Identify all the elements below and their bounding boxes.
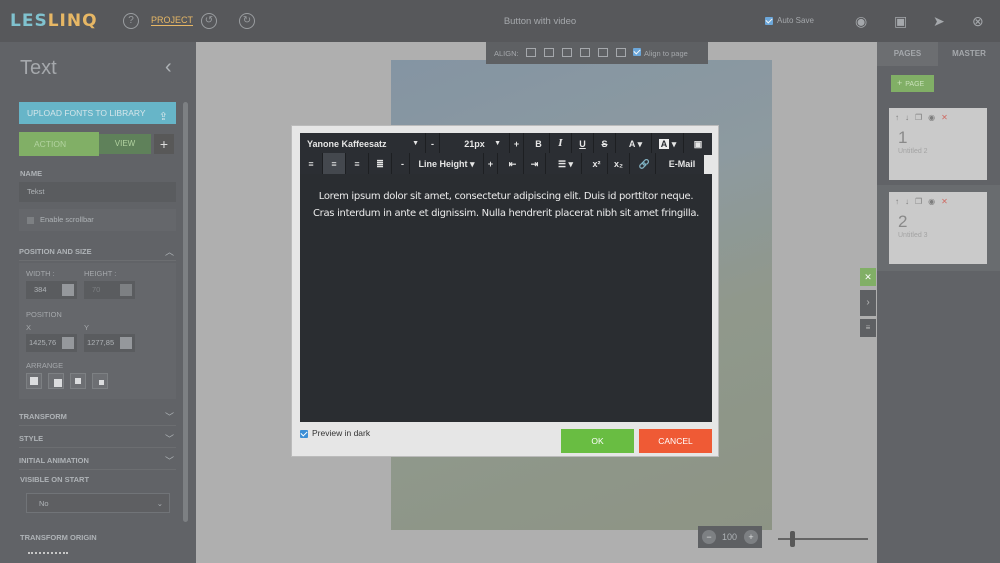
font-family-select[interactable]: Yanone Kaffeesatz ▼	[300, 133, 426, 155]
line-height-label: Line Height	[418, 159, 468, 169]
justify-text-icon[interactable]: ≣	[369, 153, 392, 175]
format-toolbar-row-2: ≡ ≡ ≡ ≣ - Line Height ▾ + ⇤ ⇥ ☰ ▾ x² x₂ …	[300, 153, 704, 175]
list-icon[interactable]: ☰ ▾	[550, 153, 582, 175]
subscript-icon[interactable]: x₂	[608, 153, 630, 175]
email-link-button[interactable]: E-Mail	[660, 153, 704, 175]
text-color-icon[interactable]: A ▾	[620, 133, 652, 155]
caret-down-icon: ▼	[412, 140, 419, 147]
font-size-select[interactable]: 21px ▼	[440, 133, 510, 155]
outdent-icon[interactable]: ⇤	[502, 153, 524, 175]
clear-format-icon[interactable]: ▣	[686, 133, 710, 155]
background-color-icon[interactable]: A ▾	[652, 133, 684, 155]
font-size-value: 21px	[464, 139, 485, 149]
align-center-text-icon[interactable]: ≡	[323, 153, 346, 175]
font-size-increase[interactable]: +	[510, 133, 524, 155]
line-height-increase[interactable]: +	[484, 153, 498, 175]
line-height-select[interactable]: Line Height ▾	[410, 153, 484, 175]
preview-dark-checkbox[interactable]	[300, 429, 308, 438]
align-left-text-icon[interactable]: ≡	[300, 153, 323, 175]
underline-icon[interactable]: U	[572, 133, 594, 155]
bold-icon[interactable]: B	[528, 133, 550, 155]
format-toolbar-row-1: Yanone Kaffeesatz ▼ - 21px ▼ + B I U S A ▾…	[300, 133, 712, 155]
link-icon[interactable]: 🔗	[634, 153, 656, 175]
italic-icon[interactable]: I	[550, 133, 572, 155]
text-editor-dialog: Yanone Kaffeesatz ▼ - 21px ▼ + B I U S A ▾…	[291, 125, 719, 457]
ok-button[interactable]: OK	[561, 429, 634, 453]
font-family-value: Yanone Kaffeesatz	[307, 139, 387, 149]
cancel-button[interactable]: CANCEL	[639, 429, 712, 453]
indent-icon[interactable]: ⇥	[524, 153, 546, 175]
rich-text-editor[interactable]: Lorem ipsum dolor sit amet, consectetur …	[300, 174, 712, 422]
strikethrough-icon[interactable]: S	[594, 133, 616, 155]
superscript-icon[interactable]: x²	[586, 153, 608, 175]
line-height-decrease[interactable]: -	[396, 153, 410, 175]
caret-down-icon: ▼	[494, 140, 501, 147]
font-size-decrease[interactable]: -	[426, 133, 440, 155]
preview-in-dark-toggle[interactable]: Preview in dark	[300, 428, 370, 438]
preview-dark-label: Preview in dark	[312, 428, 371, 438]
align-right-text-icon[interactable]: ≡	[346, 153, 369, 175]
